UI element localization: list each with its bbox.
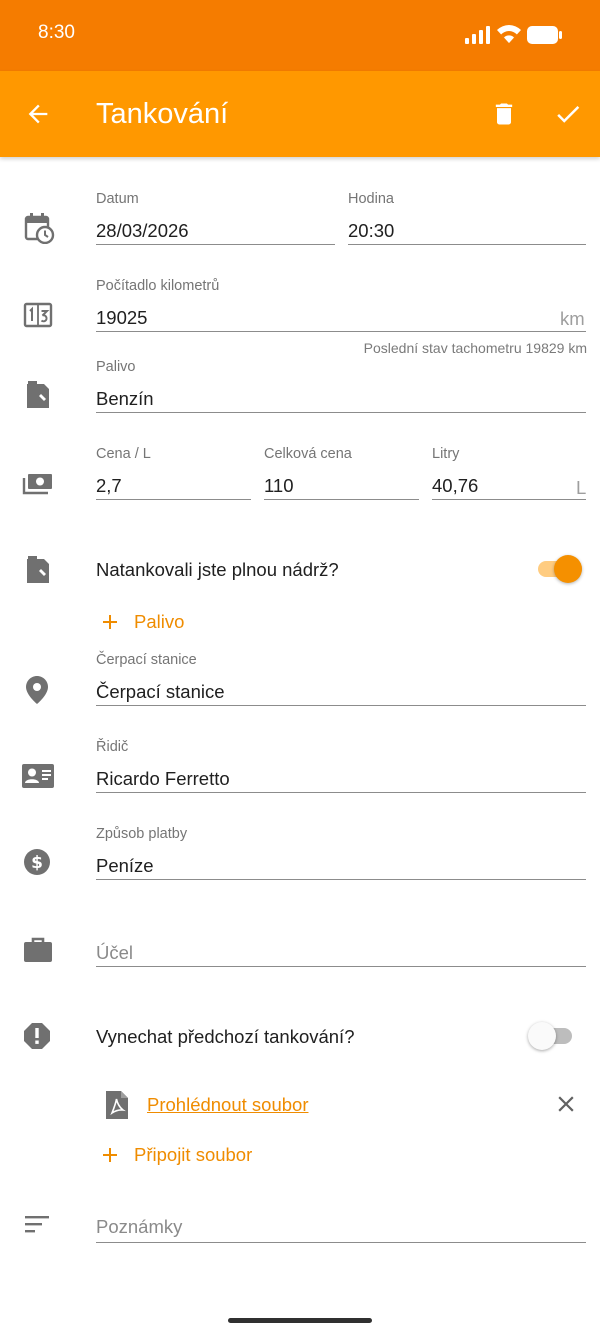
status-bar: 8:30 — [0, 0, 600, 71]
liters-field[interactable]: 40,76 — [432, 475, 478, 497]
station-field[interactable]: Čerpací stanice — [96, 681, 225, 703]
attach-file-button[interactable]: Připojit soubor — [98, 1143, 252, 1167]
time-field[interactable]: 20:30 — [348, 220, 394, 242]
time-label: Hodina — [348, 191, 394, 207]
location-pin-icon — [25, 675, 49, 705]
payment-label: Způsob platby — [96, 826, 188, 842]
driver-card-icon — [21, 763, 55, 789]
payment-field[interactable]: Peníze — [96, 855, 154, 877]
trash-icon — [495, 103, 513, 125]
odometer-field[interactable]: 19025 — [96, 307, 147, 329]
fuel-label: Palivo — [96, 359, 136, 375]
add-fuel-button[interactable]: Palivo — [98, 610, 184, 634]
briefcase-icon — [23, 936, 53, 964]
remove-file-button[interactable] — [546, 1084, 586, 1124]
full-tank-label: Natankovali jste plnou nádrž? — [96, 559, 339, 580]
full-tank-toggle[interactable] — [538, 555, 582, 583]
notes-input[interactable]: Poznámky — [96, 1216, 182, 1238]
fuel-can-icon — [24, 555, 52, 585]
odometer-helper: Poslední stav tachometru 19829 km — [363, 340, 587, 356]
purpose-underline — [96, 966, 586, 967]
notes-underline — [96, 1242, 586, 1243]
close-icon — [558, 1096, 574, 1112]
back-button[interactable] — [14, 90, 62, 138]
delete-button[interactable] — [480, 90, 528, 138]
station-underline — [96, 705, 586, 706]
fuel-can-icon — [24, 380, 52, 410]
add-fuel-label: Palivo — [134, 611, 185, 632]
station-label: Čerpací stanice — [96, 652, 197, 668]
total-price-label: Celková cena — [264, 446, 352, 462]
total-price-field[interactable]: 110 — [264, 475, 294, 497]
total-price-underline — [264, 499, 419, 500]
notes-lines-icon — [25, 1214, 51, 1234]
money-icon — [22, 471, 54, 497]
date-field[interactable]: 28/03/2026 — [96, 220, 189, 242]
calendar-clock-icon — [23, 212, 55, 244]
date-underline — [96, 244, 335, 245]
liters-underline — [432, 499, 586, 500]
odometer-icon — [23, 302, 53, 328]
time-underline — [348, 244, 586, 245]
odometer-unit: km — [560, 308, 585, 329]
signal-icon — [465, 26, 490, 44]
liters-label: Litry — [432, 446, 460, 462]
odometer-underline — [96, 331, 586, 332]
app-bar: Tankování — [0, 71, 600, 157]
price-per-liter-label: Cena / L — [96, 446, 151, 462]
full-tank-toggle-thumb — [554, 555, 582, 583]
date-label: Datum — [96, 191, 139, 207]
battery-icon — [527, 26, 562, 44]
status-time: 8:30 — [38, 22, 75, 43]
fuel-field[interactable]: Benzín — [96, 388, 154, 410]
odometer-label: Počítadlo kilometrů — [96, 278, 220, 294]
plus-icon — [103, 615, 117, 629]
driver-underline — [96, 792, 586, 793]
page-title: Tankování — [96, 98, 229, 130]
skip-previous-toggle[interactable] — [528, 1022, 572, 1050]
view-file-link[interactable]: Prohlédnout soubor — [147, 1094, 308, 1116]
fuel-underline — [96, 412, 586, 413]
skip-previous-label: Vynechat předchozí tankování? — [96, 1026, 355, 1047]
liters-unit: L — [576, 477, 587, 498]
price-per-liter-field[interactable]: 2,7 — [96, 475, 122, 497]
skip-previous-toggle-thumb — [528, 1022, 556, 1050]
purpose-input[interactable]: Účel — [96, 942, 133, 964]
dollar-circle-icon: $ — [23, 848, 51, 876]
plus-icon — [103, 1148, 117, 1162]
alert-octagon-icon — [23, 1022, 51, 1050]
arrow-back-icon — [28, 104, 48, 124]
pdf-file-icon — [104, 1090, 130, 1120]
check-icon — [557, 105, 580, 123]
price-per-liter-underline — [96, 499, 251, 500]
home-gesture-bar[interactable] — [228, 1318, 372, 1323]
wifi-icon — [497, 25, 521, 43]
driver-label: Řidič — [96, 739, 129, 755]
driver-field[interactable]: Ricardo Ferretto — [96, 768, 230, 790]
save-button[interactable] — [544, 90, 592, 138]
svg-text:$: $ — [31, 853, 43, 873]
attach-file-label: Připojit soubor — [134, 1144, 253, 1165]
payment-underline — [96, 879, 586, 880]
